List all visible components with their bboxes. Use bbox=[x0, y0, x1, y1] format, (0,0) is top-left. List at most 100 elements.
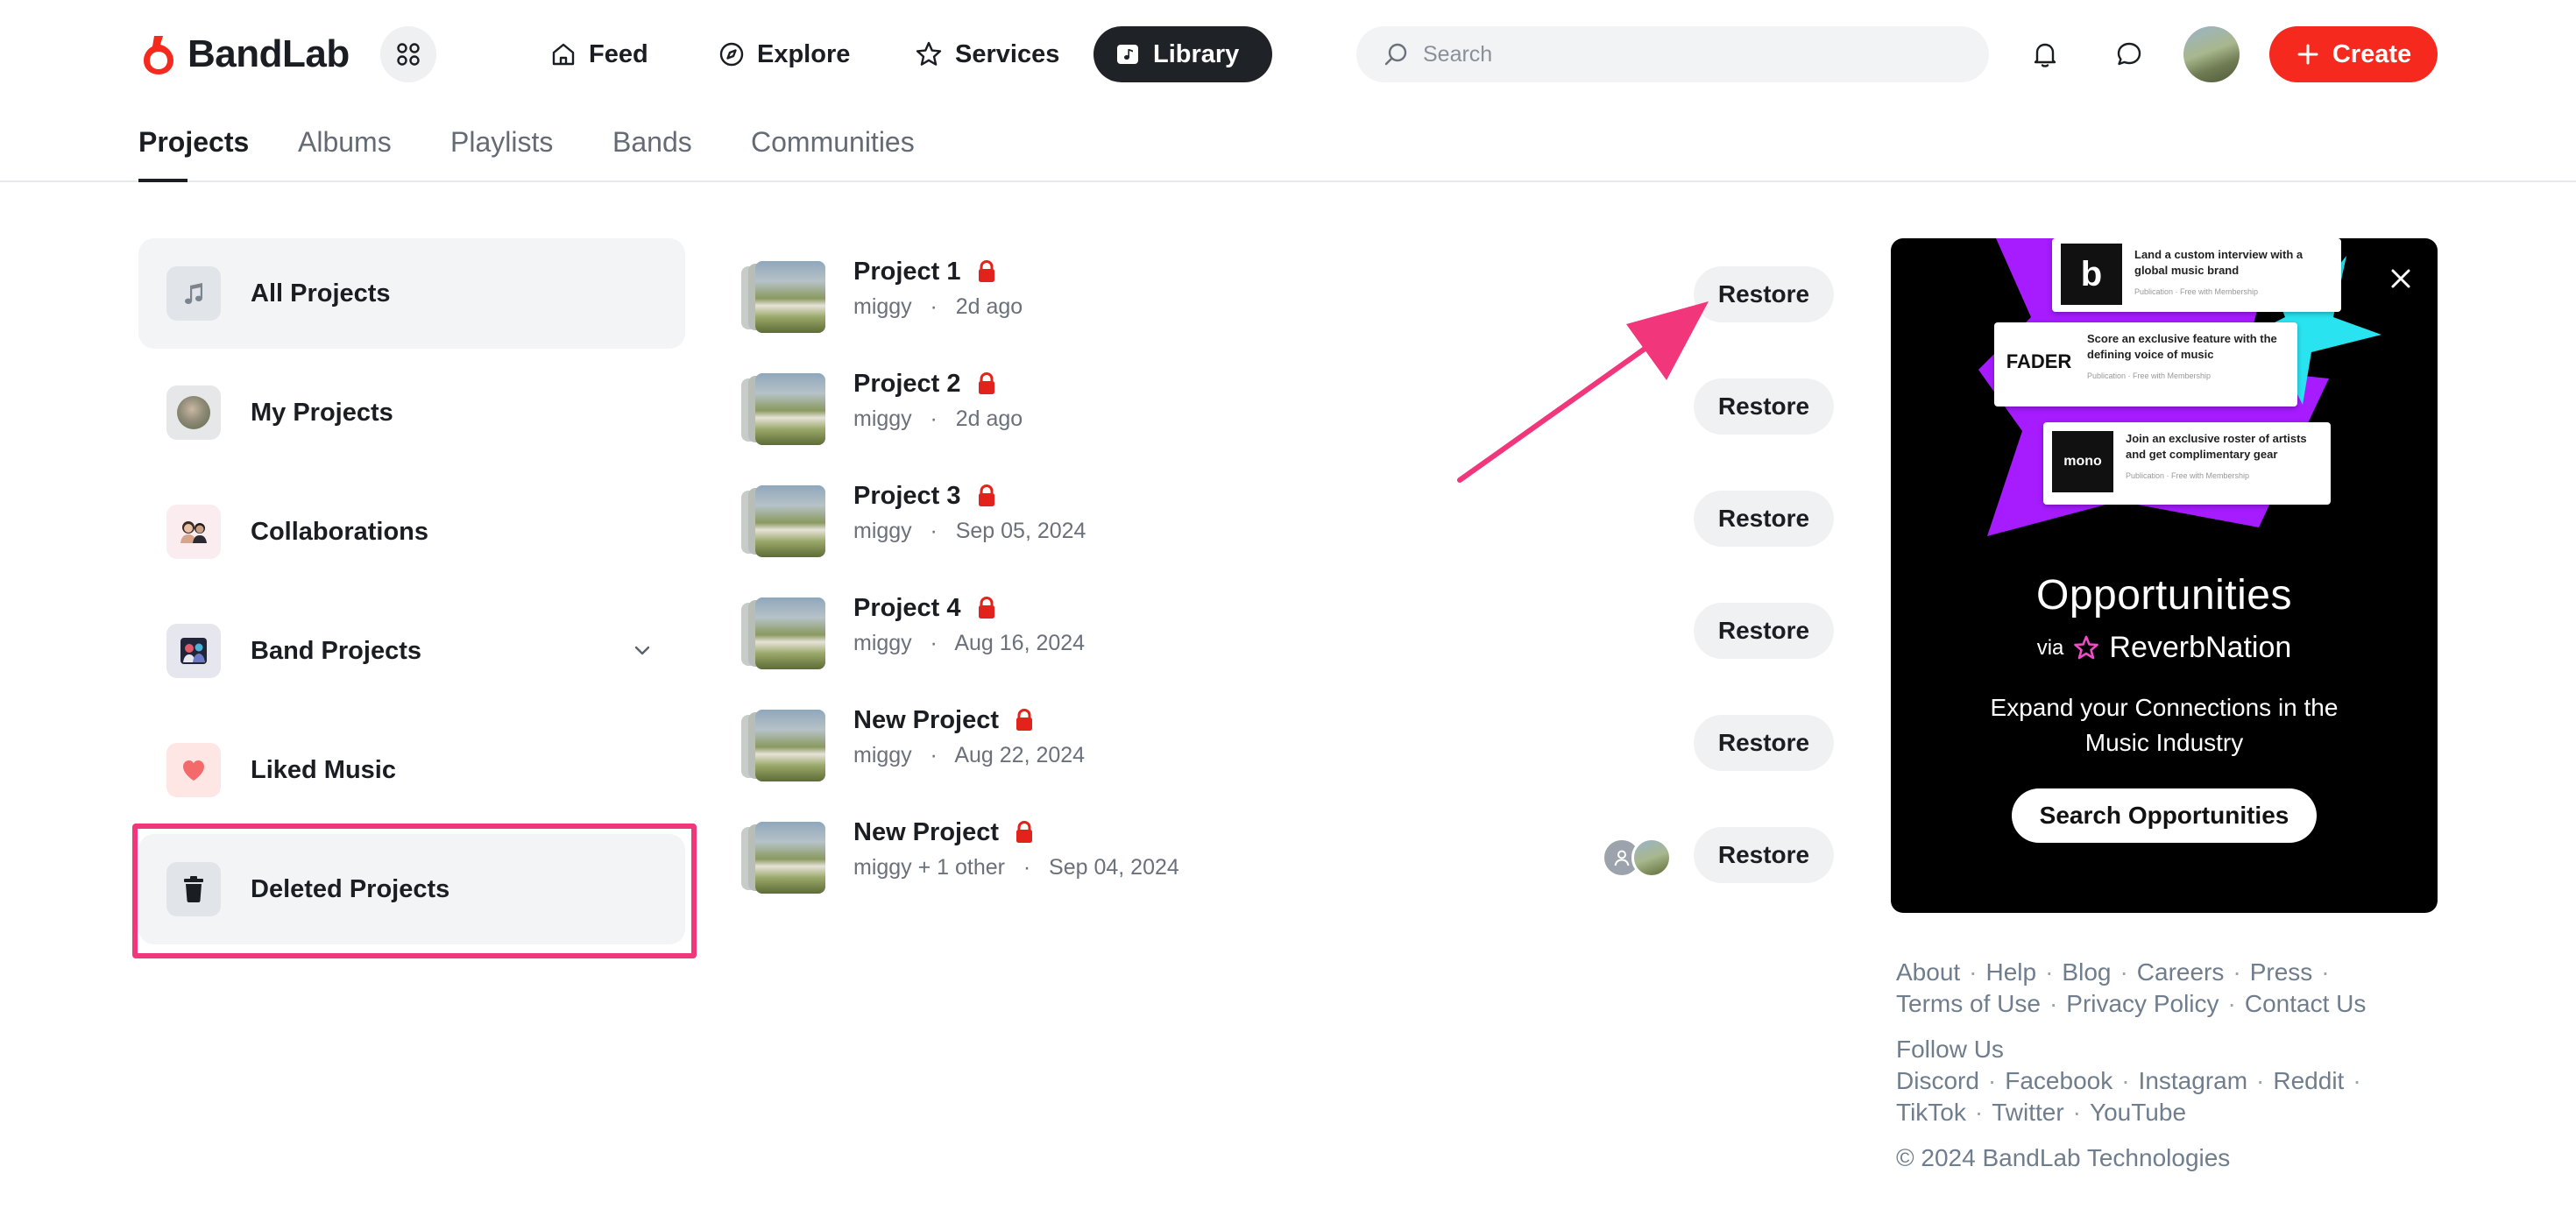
lock-icon bbox=[1016, 821, 1032, 843]
bell-icon bbox=[2034, 43, 2056, 67]
plus-icon bbox=[2297, 44, 2318, 65]
meta-separator: · bbox=[930, 407, 938, 431]
sidebar-item-label: Collaborations bbox=[251, 517, 429, 546]
project-row[interactable]: New Project miggy + 1 other · Sep 04, 20… bbox=[741, 815, 1836, 899]
footer-link-tiktok[interactable]: TikTok bbox=[1896, 1097, 1966, 1128]
collaborators-icon bbox=[166, 505, 221, 559]
footer-social-row: TikTok · Twitter · YouTube bbox=[1896, 1097, 2457, 1128]
restore-button[interactable]: Restore bbox=[1694, 715, 1834, 771]
project-thumbnail bbox=[741, 597, 825, 669]
search-opportunities-button[interactable]: Search Opportunities bbox=[2012, 788, 2317, 843]
sidebar-item-all-projects[interactable]: All Projects bbox=[138, 238, 685, 349]
compass-icon bbox=[719, 42, 744, 67]
lock-icon bbox=[978, 372, 994, 394]
restore-button[interactable]: Restore bbox=[1694, 827, 1834, 883]
project-title[interactable]: New Project bbox=[853, 706, 999, 735]
footer: About · Help · Blog · Careers · Press · Terms… bbox=[1896, 957, 2457, 1174]
footer-link-blog[interactable]: Blog bbox=[2062, 957, 2111, 988]
project-title[interactable]: Project 2 bbox=[853, 370, 961, 399]
search-bar[interactable] bbox=[1356, 26, 1989, 82]
restore-button[interactable]: Restore bbox=[1694, 603, 1834, 659]
project-row[interactable]: Project 3 miggy · Sep 05, 2024 Restore bbox=[741, 478, 1836, 562]
promo-card-billboard: b Land a custom interview with a global … bbox=[2052, 238, 2341, 312]
nav-library[interactable]: Library bbox=[1093, 26, 1272, 82]
user-avatar[interactable] bbox=[2183, 26, 2240, 82]
footer-link-terms[interactable]: Terms of Use bbox=[1896, 988, 2041, 1020]
footer-link-instagram[interactable]: Instagram bbox=[2139, 1065, 2248, 1097]
nav-services-label: Services bbox=[955, 39, 1060, 68]
bandlab-logo-icon bbox=[144, 36, 173, 74]
footer-link-help[interactable]: Help bbox=[1986, 957, 2037, 988]
library-tabs: Projects Albums Playlists Bands Communit… bbox=[0, 109, 2576, 182]
bandlab-wordmark: BandLab bbox=[188, 32, 350, 75]
project-row[interactable]: New Project miggy · Aug 22, 2024 Restore bbox=[741, 703, 1836, 787]
project-meta: miggy · Sep 05, 2024 bbox=[853, 519, 1086, 544]
promo-via-line: via ReverbNation bbox=[1891, 631, 2438, 665]
annotation-arrow bbox=[1457, 301, 1709, 483]
sidebar-item-band-projects[interactable]: Band Projects bbox=[138, 596, 685, 706]
promo-description: Expand your Connections in the Music Ind… bbox=[1990, 694, 2339, 756]
footer-link-facebook[interactable]: Facebook bbox=[2005, 1065, 2112, 1097]
search-input[interactable] bbox=[1423, 41, 1949, 67]
meta-separator: · bbox=[930, 631, 938, 655]
restore-button[interactable]: Restore bbox=[1694, 491, 1834, 547]
footer-link-about[interactable]: About bbox=[1896, 957, 1960, 988]
nav-explore[interactable]: Explore bbox=[697, 26, 871, 82]
promo-via-label: via bbox=[2036, 635, 2064, 660]
collaborator-avatars[interactable] bbox=[1602, 838, 1675, 878]
promo-close-button[interactable] bbox=[2380, 258, 2422, 300]
project-date: 2d ago bbox=[955, 407, 1023, 431]
footer-link-careers[interactable]: Careers bbox=[2137, 957, 2225, 988]
nav-feed[interactable]: Feed bbox=[529, 26, 669, 82]
bandlab-logo[interactable]: BandLab bbox=[137, 32, 350, 77]
project-meta: miggy · 2d ago bbox=[853, 407, 1023, 432]
project-title[interactable]: Project 3 bbox=[853, 482, 961, 511]
lock-icon bbox=[1016, 709, 1032, 731]
promo-card-sub: Publication · Free with Membership bbox=[2134, 287, 2259, 296]
project-row[interactable]: Project 4 miggy · Aug 16, 2024 Restore bbox=[741, 590, 1836, 675]
project-title[interactable]: New Project bbox=[853, 818, 999, 847]
meta-separator: · bbox=[930, 743, 938, 767]
tab-communities[interactable]: Communities bbox=[751, 126, 915, 182]
footer-link-discord[interactable]: Discord bbox=[1896, 1065, 1979, 1097]
project-thumbnail bbox=[741, 710, 825, 781]
project-title[interactable]: Project 4 bbox=[853, 594, 961, 623]
footer-link-press[interactable]: Press bbox=[2250, 957, 2313, 988]
tab-playlists[interactable]: Playlists bbox=[450, 126, 553, 182]
apps-grid-button[interactable] bbox=[380, 26, 436, 82]
promo-card-text: Join an exclusive roster of artists and … bbox=[2126, 432, 2307, 461]
sidebar-item-collaborations[interactable]: Collaborations bbox=[138, 477, 685, 587]
project-date: Aug 22, 2024 bbox=[954, 743, 1086, 767]
project-thumbnail bbox=[741, 485, 825, 557]
project-meta: miggy · 2d ago bbox=[853, 294, 1023, 320]
messages-button[interactable] bbox=[2105, 30, 2154, 79]
sidebar-item-label: Liked Music bbox=[251, 755, 396, 784]
home-icon bbox=[552, 43, 575, 66]
footer-link-youtube[interactable]: YouTube bbox=[2090, 1097, 2186, 1128]
footer-link-twitter[interactable]: Twitter bbox=[1992, 1097, 2063, 1128]
heart-icon bbox=[166, 743, 221, 797]
sidebar-item-label: All Projects bbox=[251, 279, 391, 308]
footer-link-privacy[interactable]: Privacy Policy bbox=[2066, 988, 2219, 1020]
sidebar-item-liked-music[interactable]: Liked Music bbox=[138, 715, 685, 825]
project-owner: miggy bbox=[853, 631, 912, 655]
tab-albums[interactable]: Albums bbox=[298, 126, 392, 182]
tab-projects[interactable]: Projects bbox=[138, 126, 249, 182]
reverbnation-brand: ReverbNation bbox=[2109, 631, 2292, 664]
search-icon bbox=[1384, 43, 1407, 66]
tab-bands[interactable]: Bands bbox=[612, 126, 692, 182]
nav-services[interactable]: Services bbox=[894, 26, 1080, 82]
footer-links-row: Terms of Use · Privacy Policy · Contact Us bbox=[1896, 988, 2457, 1020]
project-owner: miggy bbox=[853, 407, 912, 431]
sidebar-item-my-projects[interactable]: My Projects bbox=[138, 357, 685, 468]
promo-card-text: Score an exclusive feature with the defi… bbox=[2087, 332, 2277, 361]
footer-link-contact[interactable]: Contact Us bbox=[2245, 988, 2367, 1020]
project-title[interactable]: Project 1 bbox=[853, 258, 961, 286]
project-date: Sep 04, 2024 bbox=[1049, 855, 1179, 880]
create-button[interactable]: Create bbox=[2269, 26, 2438, 82]
footer-social-row: Discord · Facebook · Instagram · Reddit · bbox=[1896, 1065, 2457, 1097]
sidebar-item-label: My Projects bbox=[251, 398, 393, 427]
notifications-button[interactable] bbox=[2020, 30, 2070, 79]
chevron-down-icon[interactable] bbox=[631, 640, 654, 662]
footer-link-reddit[interactable]: Reddit bbox=[2273, 1065, 2344, 1097]
